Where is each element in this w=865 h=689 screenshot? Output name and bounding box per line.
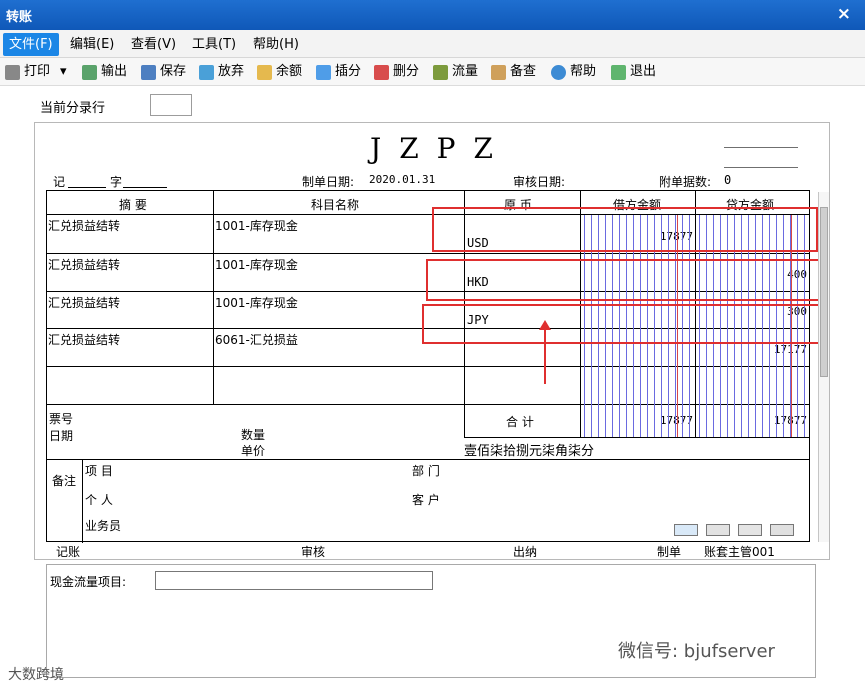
ticket-date-label: 日期 — [49, 429, 74, 443]
column-divider — [213, 191, 214, 404]
save-icon — [141, 64, 156, 80]
window-titlebar: 转账 × — [0, 0, 865, 30]
date-value[interactable]: 2020.01.31 — [369, 173, 435, 186]
row-account[interactable]: 1001-库存现金 — [215, 256, 298, 273]
audit-date-label: 审核日期: — [513, 175, 566, 189]
flow-icon — [433, 64, 448, 80]
highlight-row-jpy — [422, 304, 822, 344]
export-icon — [82, 64, 97, 80]
help-icon — [551, 64, 566, 80]
save-button[interactable]: 保存 — [141, 62, 186, 82]
signature-line-bottom — [724, 167, 798, 168]
row-account[interactable]: 6061-汇兑损益 — [215, 331, 298, 348]
memo-button[interactable]: 备查 — [491, 62, 536, 82]
watermark-right: 微信号: bjufserver — [618, 641, 775, 662]
signature-line-top — [724, 147, 798, 148]
highlight-row-usd — [432, 207, 818, 252]
watermark-left: 大数跨境 — [8, 667, 64, 683]
highlight-row-hkd — [426, 259, 823, 301]
insert-row-button[interactable]: 插分 — [316, 62, 361, 82]
export-button[interactable]: 输出 — [82, 62, 127, 82]
row-summary[interactable]: 汇兑损益结转 — [48, 217, 120, 234]
vertical-scrollbar[interactable] — [818, 192, 829, 542]
menu-view[interactable]: 查看(V) — [125, 35, 182, 55]
delete-row-button[interactable]: 删分 — [374, 62, 419, 82]
voucher-code: JZPZ — [370, 132, 511, 165]
amount-in-words: 壹佰柒拾捌元柒角柒分 — [464, 444, 595, 459]
menu-help[interactable]: 帮助(H) — [247, 35, 305, 55]
ticket-label: 票号 — [49, 412, 74, 426]
maker-label: 制单 — [657, 545, 682, 559]
memo-icon — [491, 64, 506, 80]
balance-icon — [257, 64, 272, 80]
voucher-type-left: 记 — [53, 175, 66, 189]
row-summary[interactable]: 汇兑损益结转 — [48, 331, 120, 348]
remarks-label: 备注 — [52, 474, 77, 488]
collapse-icon[interactable] — [770, 524, 794, 536]
unit-price-label: 单价 — [241, 444, 266, 458]
menu-bar: 文件(F) 编辑(E) 查看(V) 工具(T) 帮助(H) — [0, 30, 865, 58]
row-summary[interactable]: 汇兑损益结转 — [48, 294, 120, 311]
quantity-label: 数量 — [241, 428, 266, 442]
attachments-value[interactable]: 0 — [724, 173, 731, 187]
cashier-label: 出纳 — [513, 545, 538, 559]
menu-edit[interactable]: 编辑(E) — [64, 35, 120, 55]
settings-icon[interactable] — [706, 524, 730, 536]
menu-tools[interactable]: 工具(T) — [186, 35, 242, 55]
maker-name: 账套主管001 — [704, 545, 775, 559]
expand-icon[interactable] — [738, 524, 762, 536]
annotation-arrow-icon — [539, 320, 551, 384]
account-header: 科目名称 — [311, 198, 360, 212]
insert-icon — [316, 64, 331, 80]
window-title: 转账 — [6, 10, 33, 25]
project-label: 项 目 — [85, 464, 113, 478]
attachment-icon[interactable] — [674, 524, 698, 536]
audit-label: 审核 — [301, 545, 326, 559]
dropdown-arrow-icon[interactable]: ▾ — [60, 62, 67, 82]
current-entry-field[interactable] — [150, 94, 192, 116]
voucher-type-right: 字 — [110, 175, 123, 189]
summary-header: 摘 要 — [119, 198, 147, 212]
cashflow-input[interactable] — [155, 571, 433, 590]
toolbar: 打印 ▾ 输出 保存 放弃 余额 插分 删分 流量 备查 帮助 退出 — [0, 58, 865, 86]
printer-icon — [5, 64, 20, 80]
cashflow-label: 现金流量项目: — [50, 575, 127, 589]
print-button[interactable]: 打印 ▾ — [5, 62, 67, 82]
exit-icon — [611, 64, 626, 80]
department-label: 部 门 — [412, 464, 440, 478]
personal-label: 个 人 — [85, 493, 113, 507]
close-icon[interactable]: × — [837, 4, 851, 24]
totals-divider — [464, 437, 809, 438]
current-entry-label: 当前分录行 — [40, 101, 106, 116]
row-summary[interactable]: 汇兑损益结转 — [48, 256, 120, 273]
bookkeeping-label: 记账 — [56, 545, 81, 559]
voucher-number-line-right — [123, 174, 167, 188]
scroll-thumb[interactable] — [820, 207, 828, 377]
attachments-label: 附单据数: — [659, 175, 712, 189]
exit-button[interactable]: 退出 — [611, 62, 656, 82]
row-account[interactable]: 1001-库存现金 — [215, 217, 298, 234]
voucher-number-line — [68, 174, 106, 188]
menu-file[interactable]: 文件(F) — [3, 33, 59, 56]
date-label: 制单日期: — [302, 175, 355, 189]
help-button[interactable]: 帮助 — [551, 62, 596, 82]
cashflow-button[interactable]: 流量 — [433, 62, 478, 82]
balance-button[interactable]: 余额 — [257, 62, 302, 82]
remarks-divider — [47, 459, 809, 460]
total-label: 合 计 — [506, 415, 534, 429]
remark-divider — [82, 459, 83, 543]
discard-icon — [199, 64, 214, 80]
row-account[interactable]: 1001-库存现金 — [215, 294, 298, 311]
customer-label: 客 户 — [412, 493, 440, 507]
delete-icon — [374, 64, 389, 80]
salesman-label: 业务员 — [85, 519, 122, 533]
discard-button[interactable]: 放弃 — [199, 62, 244, 82]
